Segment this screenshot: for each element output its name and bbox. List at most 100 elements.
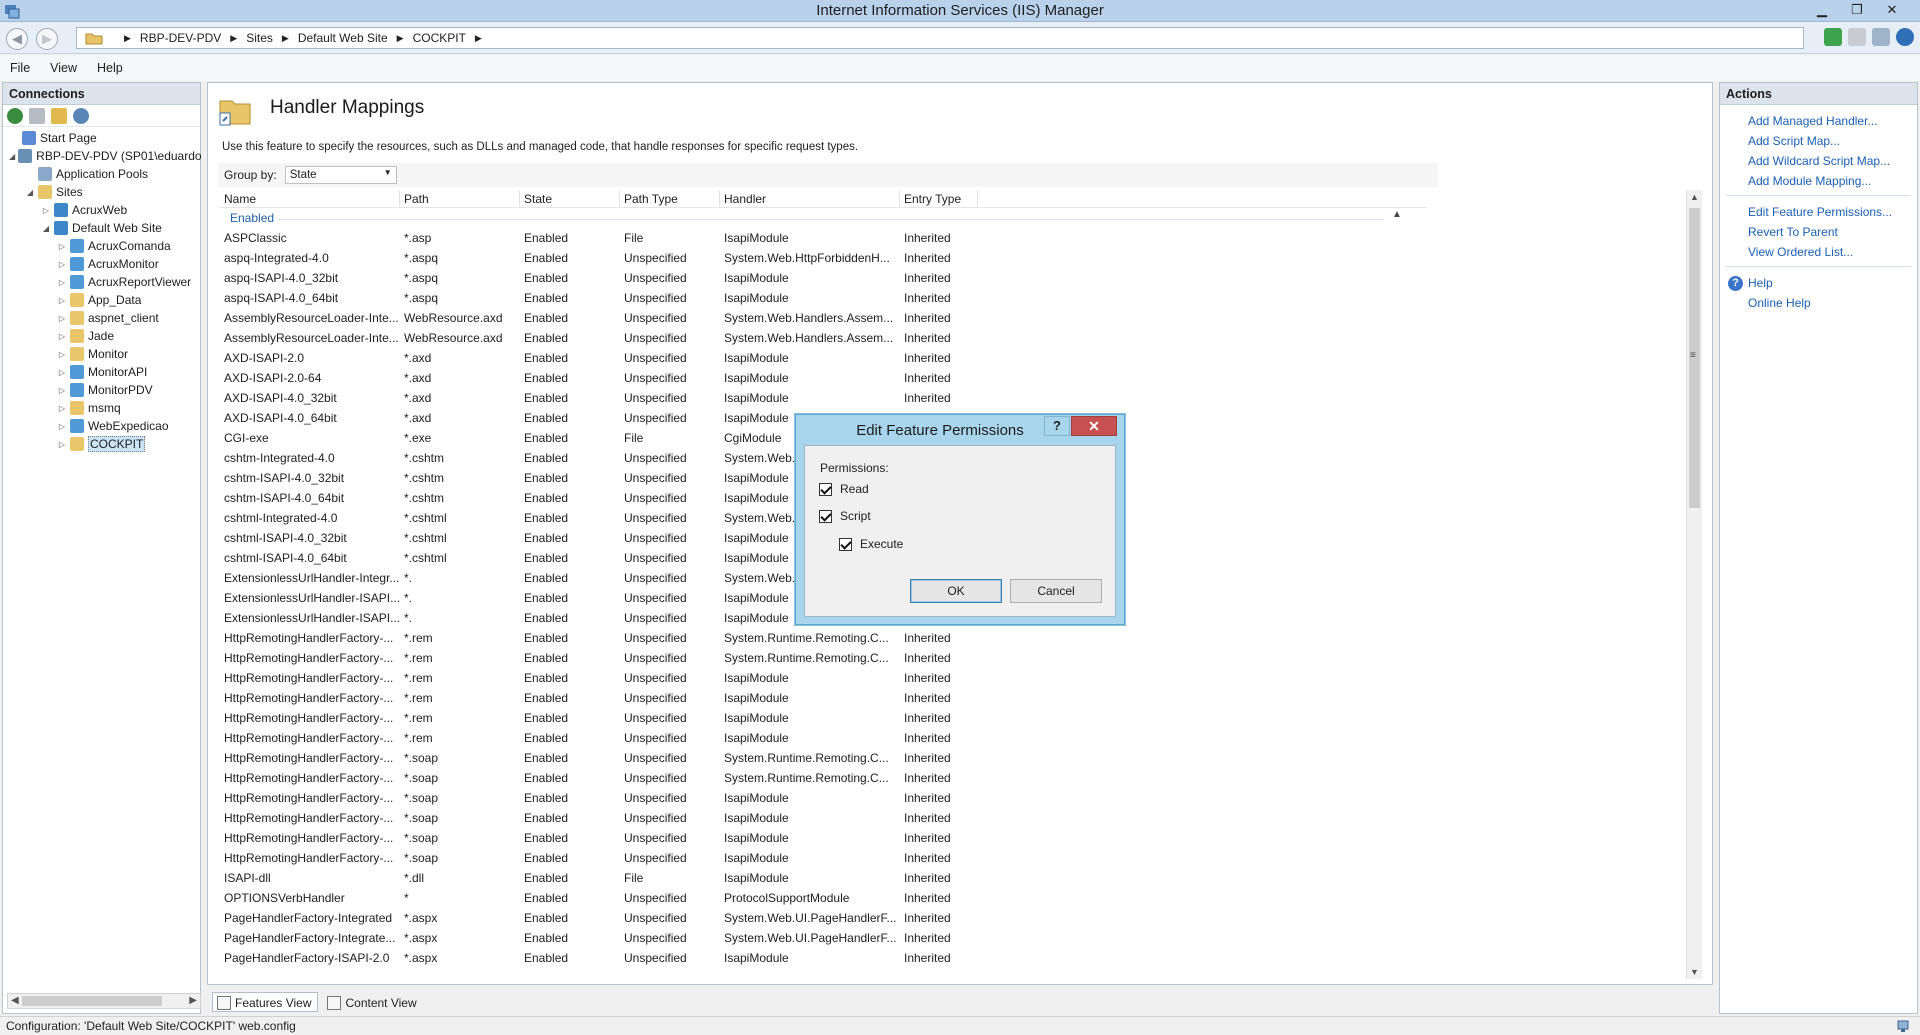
expand-toggle-icon[interactable]: ▷ [57, 314, 67, 323]
tree-horizontal-scrollbar[interactable]: ◀ ▶ [7, 993, 201, 1009]
tree-node[interactable]: ▷ MonitorPDV [3, 381, 201, 399]
tree-node[interactable]: ▷ AcruxReportViewer [3, 273, 201, 291]
expand-toggle-icon[interactable]: ▷ [57, 296, 67, 305]
table-row[interactable]: ISAPI-dll *.dll Enabled File IsapiModule Inhe… [220, 868, 1420, 888]
breadcrumb-item[interactable]: RBP-DEV-PDV [140, 31, 221, 45]
column-header[interactable]: Entry Type [900, 190, 978, 207]
table-row[interactable]: AssemblyResourceLoader-Inte... WebResourc… [220, 328, 1420, 348]
up-folder-icon[interactable] [51, 107, 67, 124]
group-by-select[interactable]: State ▼ [284, 166, 397, 184]
save-icon[interactable] [29, 107, 45, 124]
table-row[interactable]: PageHandlerFactory-Integrated *.aspx Enabl… [220, 908, 1420, 928]
tree-node[interactable]: ◢ RBP-DEV-PDV (SP01\eduardo [3, 147, 202, 165]
breadcrumb-separator-icon[interactable]: ▶ [230, 33, 237, 44]
expand-toggle-icon[interactable]: ▷ [57, 350, 67, 359]
script-checkbox-row[interactable]: Script [819, 509, 871, 523]
table-row[interactable]: AssemblyResourceLoader-Inte... WebResourc… [220, 308, 1420, 328]
expand-toggle-icon[interactable]: ▷ [57, 404, 67, 413]
table-row[interactable]: PageHandlerFactory-ISAPI-2.0 *.aspx Enable… [220, 948, 1420, 968]
expand-toggle-icon[interactable]: ◢ [9, 152, 15, 161]
execute-checkbox[interactable] [839, 537, 852, 551]
table-row[interactable]: AXD-ISAPI-2.0 *.axd Enabled Unspecified Isap… [220, 348, 1420, 368]
tree-node[interactable]: ▷ MonitorAPI [3, 363, 201, 381]
column-header[interactable]: Path [400, 190, 520, 207]
table-row[interactable]: HttpRemotingHandlerFactory-... *.rem Enabl… [220, 668, 1420, 688]
table-row[interactable]: AXD-ISAPI-4.0_32bit *.axd Enabled Unspecifi… [220, 388, 1420, 408]
expand-toggle-icon[interactable]: ▷ [57, 260, 67, 269]
expand-toggle-icon[interactable]: ▷ [57, 422, 67, 431]
script-checkbox[interactable] [819, 509, 832, 523]
disconnect-icon[interactable] [73, 107, 89, 124]
breadcrumb-separator-icon[interactable]: ▶ [124, 33, 131, 44]
breadcrumb-separator-icon[interactable]: ▶ [397, 33, 404, 44]
restore-button[interactable]: ❐ [1845, 1, 1869, 19]
action-link[interactable]: View Ordered List... [1720, 242, 1917, 262]
tree-node[interactable]: ▷ msmq [3, 399, 201, 417]
table-row[interactable]: ASPClassic *.asp Enabled File IsapiModule Inh… [220, 228, 1420, 248]
refresh-icon[interactable] [1824, 28, 1842, 46]
tree-node[interactable]: ▷ AcruxComanda [3, 237, 201, 255]
table-row[interactable]: PageHandlerFactory-Integrate... *.aspx Ena… [220, 928, 1420, 948]
tree-node[interactable]: Application Pools [3, 165, 201, 183]
read-checkbox-row[interactable]: Read [819, 482, 869, 496]
action-link[interactable]: Add Module Mapping... [1720, 171, 1917, 191]
tree-node[interactable]: ▷ Monitor [3, 345, 201, 363]
menu-help[interactable]: Help [97, 61, 123, 75]
read-checkbox[interactable] [819, 482, 832, 496]
expand-toggle-icon[interactable]: ▷ [41, 206, 51, 215]
back-button[interactable]: ◀ [6, 28, 28, 50]
tree-node[interactable]: ▷ WebExpedicao [3, 417, 201, 435]
cancel-button[interactable]: Cancel [1010, 579, 1102, 603]
expand-toggle-icon[interactable]: ▷ [57, 242, 67, 251]
forward-button[interactable]: ▶ [36, 28, 58, 50]
breadcrumb-item[interactable]: Sites [246, 31, 273, 45]
breadcrumb-item[interactable]: COCKPIT [413, 31, 466, 45]
dialog-help-button[interactable]: ? [1044, 416, 1070, 436]
table-row[interactable]: AXD-ISAPI-2.0-64 *.axd Enabled Unspecified I… [220, 368, 1420, 388]
action-link[interactable]: Revert To Parent [1720, 222, 1917, 242]
expand-toggle-icon[interactable]: ▷ [57, 440, 67, 449]
table-row[interactable]: HttpRemotingHandlerFactory-... *.soap Enab… [220, 768, 1420, 788]
tree-node[interactable]: ▷ AcruxWeb [3, 201, 201, 219]
column-header[interactable]: Name [220, 190, 400, 207]
tree-node[interactable]: ◢ Sites [3, 183, 201, 201]
scroll-thumb[interactable] [22, 996, 162, 1006]
tree-node[interactable]: ▷ COCKPIT [3, 435, 201, 453]
tree-node[interactable]: ▷ Jade [3, 327, 201, 345]
menu-file[interactable]: File [10, 61, 30, 75]
online-help-link[interactable]: Online Help [1720, 293, 1917, 313]
expand-toggle-icon[interactable]: ▷ [57, 278, 67, 287]
breadcrumb-item[interactable]: Default Web Site [298, 31, 388, 45]
action-link[interactable]: Add Managed Handler... [1720, 111, 1917, 131]
features-view-tab[interactable]: Features View [212, 992, 319, 1012]
column-header[interactable]: Handler [720, 190, 900, 207]
menu-view[interactable]: View [50, 61, 77, 75]
table-row[interactable]: HttpRemotingHandlerFactory-... *.rem Enabl… [220, 648, 1420, 668]
breadcrumb[interactable]: ▶ RBP-DEV-PDV ▶ Sites ▶ Default Web Site ▶ COCK… [76, 27, 1804, 49]
help-link[interactable]: ? Help [1720, 273, 1917, 293]
help-icon[interactable] [1896, 28, 1914, 46]
table-row[interactable]: HttpRemotingHandlerFactory-... *.rem Enabl… [220, 628, 1420, 648]
collapse-group-icon[interactable]: ▲ [1392, 209, 1402, 220]
table-row[interactable]: HttpRemotingHandlerFactory-... *.soap Enab… [220, 808, 1420, 828]
table-row[interactable]: aspq-ISAPI-4.0_64bit *.aspq Enabled Unspeci… [220, 288, 1420, 308]
tree-node[interactable]: Start Page [3, 129, 201, 147]
action-link[interactable]: Add Script Map... [1720, 131, 1917, 151]
expand-toggle-icon[interactable]: ◢ [41, 224, 51, 233]
table-row[interactable]: HttpRemotingHandlerFactory-... *.rem Enabl… [220, 688, 1420, 708]
grid-vertical-scrollbar[interactable]: ▲ ≡ ▼ [1686, 190, 1702, 979]
table-row[interactable]: HttpRemotingHandlerFactory-... *.soap Enab… [220, 788, 1420, 808]
expand-toggle-icon[interactable]: ▷ [57, 332, 67, 341]
expand-toggle-icon[interactable]: ◢ [25, 188, 35, 197]
expand-toggle-icon[interactable]: ▷ [57, 368, 67, 377]
table-row[interactable]: HttpRemotingHandlerFactory-... *.soap Enab… [220, 848, 1420, 868]
dialog-close-button[interactable]: ✕ [1071, 416, 1117, 436]
close-window-button[interactable]: ✕ [1880, 1, 1904, 19]
table-row[interactable]: aspq-ISAPI-4.0_32bit *.aspq Enabled Unspeci… [220, 268, 1420, 288]
tree-node[interactable]: ▷ App_Data [3, 291, 201, 309]
breadcrumb-separator-icon[interactable]: ▶ [282, 33, 289, 44]
expand-toggle-icon[interactable]: ▷ [57, 386, 67, 395]
table-row[interactable]: HttpRemotingHandlerFactory-... *.soap Enab… [220, 748, 1420, 768]
connect-icon[interactable] [7, 107, 23, 124]
table-row[interactable]: HttpRemotingHandlerFactory-... *.soap Enab… [220, 828, 1420, 848]
